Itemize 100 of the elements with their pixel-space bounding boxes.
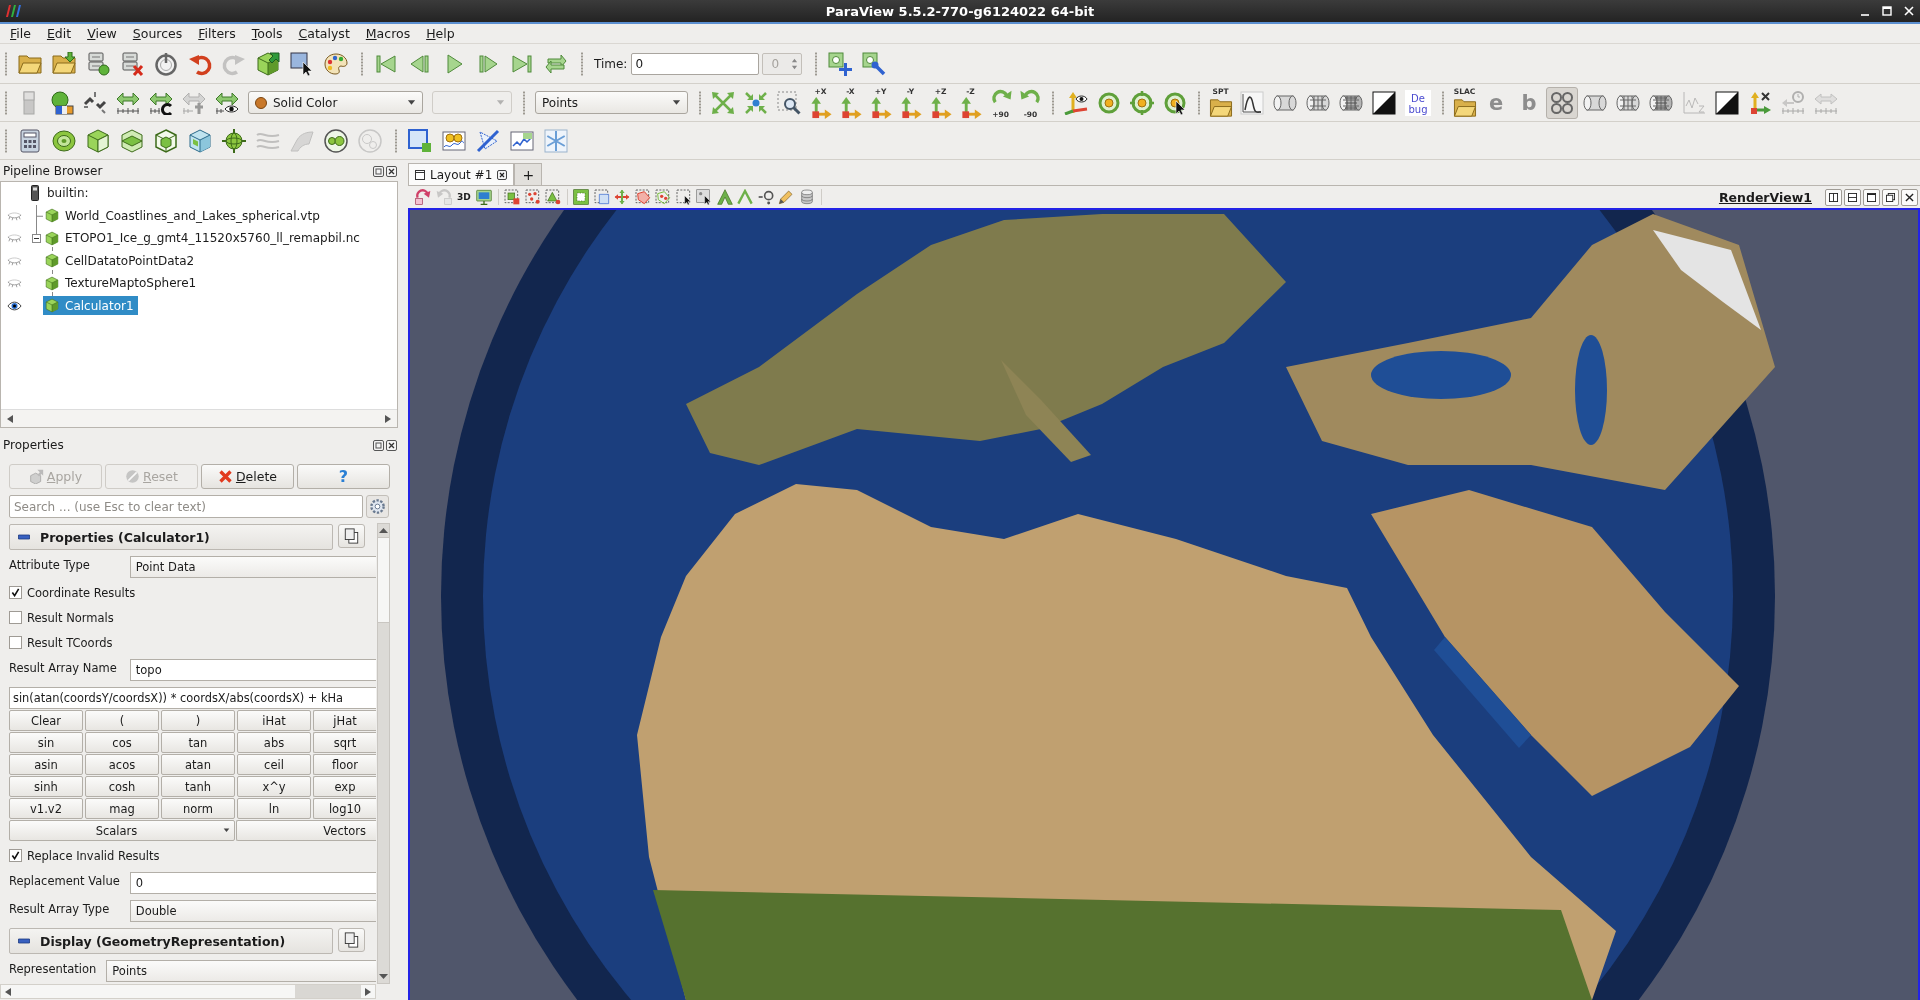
pipeline-item[interactable]: World_Coastlines_and_Lakes_spherical.vtp: [43, 206, 324, 226]
vertical-scrollbar[interactable]: [377, 523, 390, 984]
section-header[interactable]: Display (GeometryRepresentation): [9, 928, 333, 954]
keypad-button[interactable]: ): [161, 710, 235, 731]
contrast-square-icon[interactable]: [1715, 90, 1739, 115]
scroll-thumb[interactable]: [378, 537, 389, 623]
pipeline-item[interactable]: TextureMaptoSphere1: [43, 273, 201, 293]
toolbar-grip[interactable]: [4, 90, 8, 115]
diagonal-line-icon[interactable]: [476, 128, 500, 153]
database-icon[interactable]: [798, 189, 815, 205]
keypad-button[interactable]: (: [85, 710, 159, 731]
keypad-button[interactable]: tanh: [161, 776, 235, 797]
color-map-icon[interactable]: [50, 90, 74, 115]
menu-button[interactable]: Scalars: [9, 820, 235, 841]
keypad-button[interactable]: atan: [161, 754, 235, 775]
extract-cube-icon[interactable]: [188, 128, 212, 153]
keypad-button[interactable]: acos: [85, 754, 159, 775]
pipeline-item[interactable]: builtin:: [29, 183, 93, 203]
select-points-icon[interactable]: [524, 189, 541, 205]
settings-button[interactable]: [366, 495, 389, 518]
closed-eye-icon[interactable]: [6, 233, 22, 244]
sphere-arrows-icon[interactable]: [222, 128, 246, 153]
toolbar-grip[interactable]: [4, 51, 8, 76]
closed-eye-icon[interactable]: [6, 255, 22, 266]
help-button[interactable]: ?: [297, 464, 390, 489]
delete-button[interactable]: Delete: [201, 464, 294, 489]
select-block-icon[interactable]: [573, 189, 590, 205]
eye-icon[interactable]: [6, 300, 22, 311]
closed-eye-icon[interactable]: [6, 278, 22, 289]
scroll-left-icon[interactable]: [5, 987, 11, 996]
keypad-button[interactable]: log10: [313, 798, 376, 819]
menu-item[interactable]: Help: [418, 24, 463, 43]
checkbox[interactable]: [9, 611, 22, 624]
dropdown[interactable]: Points: [535, 91, 688, 114]
zoom-box-icon[interactable]: [777, 90, 801, 115]
keypad-button[interactable]: mag: [85, 798, 159, 819]
scroll-left-icon[interactable]: [7, 414, 13, 423]
ring-dot-icon[interactable]: [1097, 90, 1121, 115]
menu-item[interactable]: Filters: [190, 24, 244, 43]
toolbar-grip[interactable]: [1197, 90, 1201, 115]
toolbar-grip[interactable]: [360, 51, 364, 76]
toolbar-grip[interactable]: [522, 90, 526, 115]
restore-button[interactable]: [1882, 188, 1899, 206]
split-horizontal-button[interactable]: [1825, 188, 1842, 206]
keypad-button[interactable]: tan: [161, 732, 235, 753]
checkbox[interactable]: [9, 636, 22, 649]
keypad-button[interactable]: sinh: [9, 776, 83, 797]
search-field[interactable]: Search ... (use Esc to clear text): [9, 495, 363, 518]
slice-cube-icon[interactable]: [120, 128, 144, 153]
keypad-button[interactable]: v1.v2: [9, 798, 83, 819]
menu-item[interactable]: Catalyst: [290, 24, 358, 43]
horizontal-scrollbar[interactable]: [0, 984, 376, 999]
menu-item[interactable]: Macros: [357, 24, 419, 43]
pipeline-item[interactable]: CellDatatoPointData2: [43, 251, 199, 271]
polygon-points-icon[interactable]: [655, 189, 672, 205]
menu-item[interactable]: Edit: [38, 24, 80, 43]
dropdown[interactable]: Double: [129, 900, 376, 922]
pipeline-item[interactable]: ETOPO1_Ice_g_gmt4_11520x5760_ll_remapbil.nc: [43, 228, 364, 248]
keypad-button[interactable]: abs: [237, 732, 311, 753]
toolbar-grip[interactable]: [4, 128, 8, 153]
mode-button[interactable]: 3D: [456, 189, 472, 205]
four-circles-icon[interactable]: [1546, 86, 1578, 119]
camera-undo-icon[interactable]: [415, 189, 431, 205]
toolbar-grip[interactable]: [1441, 90, 1445, 115]
keypad-button[interactable]: Vectors: [236, 820, 376, 841]
cross-arrows-icon[interactable]: [614, 189, 631, 205]
checkbox[interactable]: [9, 586, 22, 599]
broken-chain-icon[interactable]: [83, 90, 107, 115]
palette-icon[interactable]: [324, 51, 348, 76]
keypad-button[interactable]: norm: [161, 798, 235, 819]
server-cross-icon[interactable]: [120, 51, 144, 76]
scroll-right-icon[interactable]: [385, 414, 391, 423]
clip-cube-icon[interactable]: [86, 128, 110, 153]
copy-button[interactable]: [338, 928, 365, 952]
keypad-button[interactable]: cosh: [85, 776, 159, 797]
keypad-button[interactable]: cos: [85, 732, 159, 753]
dropdown[interactable]: Point Data: [129, 556, 376, 578]
text-field[interactable]: 0: [129, 872, 376, 894]
screen-icon[interactable]: [476, 189, 493, 205]
menu-item[interactable]: Tools: [243, 24, 291, 43]
axes-eye-icon[interactable]: [1064, 90, 1088, 115]
keypad-button[interactable]: x^y: [237, 776, 311, 797]
closed-eye-icon[interactable]: [6, 210, 22, 221]
folder-arrow-icon[interactable]: [52, 51, 76, 76]
keypad-button[interactable]: floor: [313, 754, 376, 775]
power-ring-icon[interactable]: [154, 51, 178, 76]
toolbar-grip[interactable]: [698, 90, 702, 115]
copy-button[interactable]: [338, 524, 365, 548]
line-chart-icon[interactable]: [510, 128, 534, 153]
split-vertical-button[interactable]: [1844, 188, 1861, 206]
range-arrows-arc-icon[interactable]: [149, 90, 173, 115]
horizontal-scrollbar[interactable]: [1, 409, 397, 427]
keypad-button[interactable]: asin: [9, 754, 83, 775]
time-field[interactable]: 0: [631, 52, 760, 75]
toolbar-grip[interactable]: [580, 51, 584, 76]
new-tab-button[interactable]: +: [514, 163, 543, 185]
scroll-thumb[interactable]: [295, 985, 361, 998]
maximize-button[interactable]: [1863, 188, 1880, 206]
keypad-button[interactable]: sqrt: [313, 732, 376, 753]
scroll-down-icon[interactable]: [378, 972, 389, 981]
